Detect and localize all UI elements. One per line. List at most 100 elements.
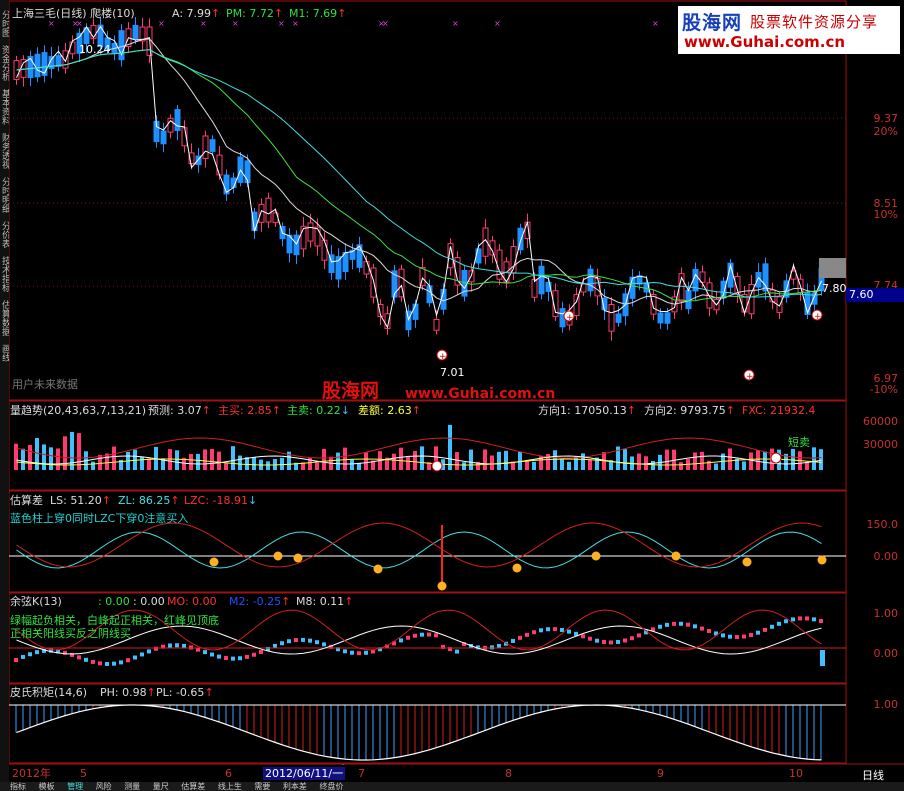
future-box xyxy=(819,258,846,278)
sidebar-item-gusuan[interactable]: 估算数据 xyxy=(0,300,9,336)
top-x-marker: × xyxy=(76,19,83,28)
cosine-candle xyxy=(133,655,137,660)
bottom-tab-bar[interactable]: 指标 模板 管理 风险 测量 量尺 估算差 线上生 需要 利本差 终盘价 xyxy=(0,782,904,791)
volume-bar xyxy=(28,444,32,470)
top-x-marker: × xyxy=(494,19,501,28)
cosine-scale-1: 1.00 xyxy=(873,607,899,620)
top-x-marker: × xyxy=(652,19,659,28)
xaxis-label-jun: 6 xyxy=(225,767,232,780)
xaxis-label-sep: 9 xyxy=(657,767,664,780)
price-scale-pct-1: 20% xyxy=(873,125,898,138)
candle-body xyxy=(629,276,636,299)
sidebar-item-jishu[interactable]: 技术指标 xyxy=(0,256,9,292)
indicator-pm-value: PM: 7.72↑ xyxy=(226,7,284,20)
tab-estimate[interactable]: 估算差 xyxy=(181,782,205,791)
buy-signal-glyph: + xyxy=(746,372,754,382)
volume-bar xyxy=(812,447,816,470)
volume-bar xyxy=(35,438,39,470)
left-sidebar[interactable]: 分时图 资金分析 基本资料 财务透视 分时明细 分价表 技术指标 估算数据 画线 xyxy=(0,0,9,782)
tab-measure[interactable]: 测量 xyxy=(124,782,140,791)
volume-bar xyxy=(399,447,403,470)
candle-body xyxy=(664,312,671,324)
volume-bar xyxy=(210,448,214,470)
volume-bar xyxy=(532,461,536,470)
tab-profit[interactable]: 利本差 xyxy=(283,782,307,791)
volume-bar xyxy=(224,463,228,470)
tab-indicator[interactable]: 指标 xyxy=(10,782,26,791)
sidebar-item-caiwu[interactable]: 财务透视 xyxy=(0,133,9,169)
cosine-last-bar xyxy=(820,650,825,666)
sidebar-item-fenjia[interactable]: 分价表 xyxy=(0,221,9,248)
volume-bar xyxy=(567,461,571,470)
cosine-candle xyxy=(791,617,795,622)
xaxis-label-aug: 8 xyxy=(505,767,512,780)
estimate-diff-title: 估算差 xyxy=(10,494,43,507)
cosine-candle xyxy=(693,624,697,629)
cosine-candle xyxy=(406,635,410,640)
volume-bar xyxy=(448,424,452,470)
period-selector[interactable]: 日线 xyxy=(862,767,884,783)
cosine-candle xyxy=(84,657,88,662)
volume-bar xyxy=(91,461,95,470)
ma-line-cyan xyxy=(16,49,822,298)
tab-ruler[interactable]: 量尺 xyxy=(153,782,169,791)
cosine-candle xyxy=(315,640,319,645)
top-x-marker: × xyxy=(232,19,239,28)
candle-body xyxy=(615,313,622,323)
tab-need[interactable]: 需要 xyxy=(254,782,270,791)
cosine-candle xyxy=(805,616,809,621)
zl-value: ZL: 86.25↑ xyxy=(118,494,180,507)
tab-close[interactable]: 终盘价 xyxy=(319,782,343,791)
cosine-candle xyxy=(553,627,557,632)
candle-body xyxy=(202,135,209,160)
sidebar-item-jiben[interactable]: 基本资料 xyxy=(0,89,9,125)
candle-body xyxy=(174,109,181,131)
ma-line-white xyxy=(16,38,822,305)
cosine-candle xyxy=(434,633,438,638)
cosine-candle xyxy=(140,652,144,657)
cosine-candle xyxy=(623,638,627,643)
direction1-value: 方向1: 17050.13↑ xyxy=(538,404,636,417)
sidebar-item-fenshi[interactable]: 分时图 xyxy=(0,10,9,37)
tab-risk[interactable]: 风险 xyxy=(96,782,112,791)
volume-bar xyxy=(497,451,501,470)
volume-bar xyxy=(819,449,823,470)
tab-online[interactable]: 线上生 xyxy=(218,782,242,791)
fxc-value: FXC: 21932.4 xyxy=(742,404,816,417)
sidebar-item-huaxian[interactable]: 画线 xyxy=(0,344,9,362)
cosine-candle xyxy=(343,649,347,654)
cosine-candle xyxy=(77,655,81,660)
volume-bar xyxy=(504,450,508,470)
candle-body xyxy=(258,203,265,223)
watermark-brand: 股海网 xyxy=(322,380,380,402)
candle-body xyxy=(468,270,475,283)
cosine-candle xyxy=(560,627,564,632)
volume-bar xyxy=(469,449,473,470)
candle-body xyxy=(216,154,223,176)
cosine-candle xyxy=(567,629,571,634)
volume-bar xyxy=(70,431,74,470)
cosine-candle xyxy=(539,628,543,633)
volume-bar xyxy=(280,457,284,470)
cosine-candle xyxy=(455,649,459,654)
volume-bar xyxy=(763,451,767,470)
cosine-candle xyxy=(763,627,767,632)
sidebar-item-mingxi[interactable]: 分时明细 xyxy=(0,177,9,213)
cosine-candle xyxy=(637,633,641,638)
moment-scale-1: 1.00 xyxy=(873,698,899,711)
cosine-candle xyxy=(308,638,312,643)
cosine-candle xyxy=(490,645,494,650)
cosine-candle xyxy=(511,638,515,643)
tab-template[interactable]: 模板 xyxy=(39,782,55,791)
guhai-logo: 股海网 股票软件资源分享 www.Guhai.com.cn xyxy=(678,6,900,54)
tab-manage[interactable]: 管理 xyxy=(67,782,83,791)
cosine-candle xyxy=(616,639,620,644)
sidebar-item-zijin[interactable]: 资金分析 xyxy=(0,45,9,81)
logo-brand: 股海网 xyxy=(682,12,743,34)
cosine-candle xyxy=(812,617,816,622)
cosine-candle xyxy=(588,636,592,641)
last-price-marker: 7.80 xyxy=(822,282,847,295)
volume-bar xyxy=(525,460,529,470)
cosine-candle xyxy=(364,650,368,655)
cosine-scale-2: 0.00 xyxy=(873,647,899,660)
